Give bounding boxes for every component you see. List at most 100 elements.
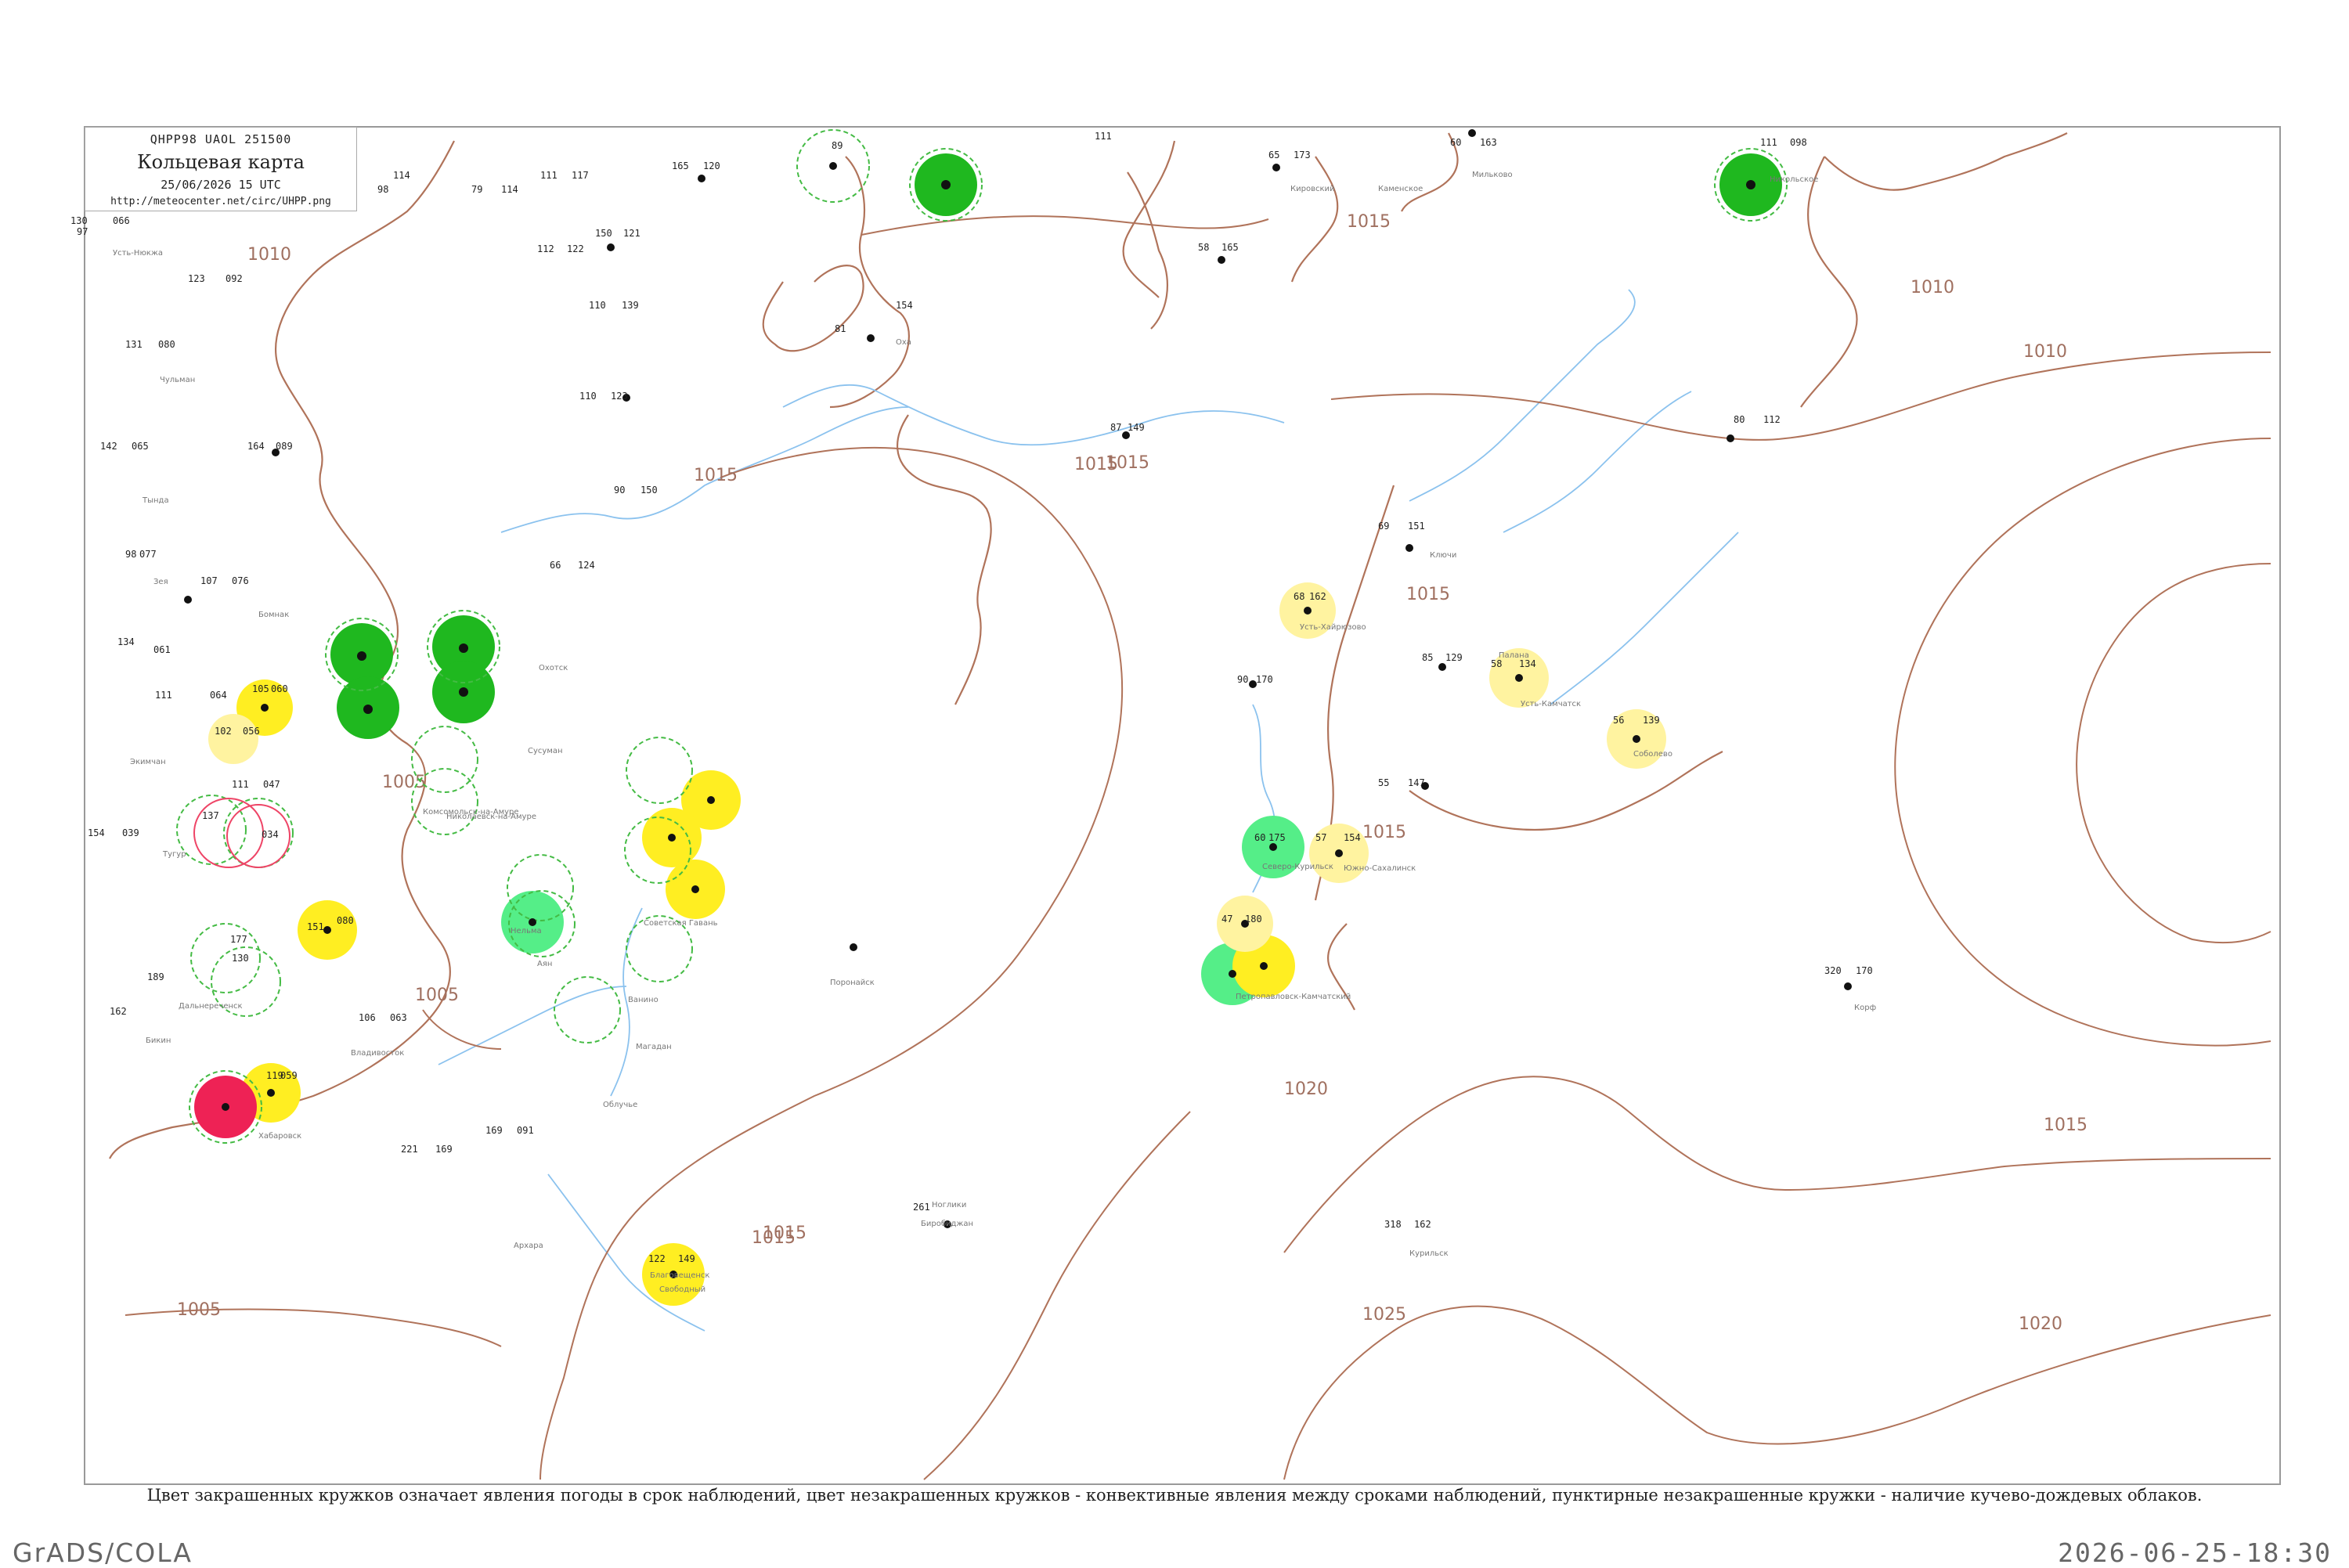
- svg-text:111: 111: [1095, 131, 1112, 142]
- svg-text:Петропавловск-Камчатский: Петропавловск-Камчатский: [1236, 993, 1351, 1001]
- svg-text:Поронайск: Поронайск: [830, 979, 875, 987]
- svg-text:111: 111: [1760, 137, 1777, 148]
- svg-text:Ванино: Ванино: [628, 996, 659, 1004]
- legend-url: http://meteocenter.net/circ/UHPP.png: [110, 196, 331, 207]
- svg-text:151: 151: [1408, 521, 1425, 532]
- svg-text:154: 154: [1344, 832, 1361, 843]
- legend-title: Кольцевая карта: [137, 151, 305, 173]
- svg-text:79: 79: [471, 184, 482, 195]
- svg-text:Каменское: Каменское: [1378, 185, 1423, 193]
- svg-text:056: 056: [243, 726, 260, 737]
- weather-map: 1010 1015 1015 1015 1015 1005 1005 1005 …: [70, 126, 2281, 1485]
- svg-text:Архара: Архара: [514, 1242, 543, 1250]
- svg-text:Кировский: Кировский: [1290, 185, 1335, 193]
- svg-text:111: 111: [540, 170, 557, 181]
- svg-text:066: 066: [113, 215, 130, 226]
- svg-text:124: 124: [578, 560, 595, 571]
- svg-text:164: 164: [247, 441, 265, 452]
- svg-text:117: 117: [572, 170, 589, 181]
- svg-text:98: 98: [125, 549, 136, 560]
- svg-text:149: 149: [678, 1253, 695, 1264]
- svg-text:122: 122: [567, 243, 584, 254]
- svg-text:Оха: Оха: [896, 338, 911, 347]
- svg-text:061: 061: [153, 644, 171, 655]
- svg-text:Чульман: Чульман: [160, 376, 195, 384]
- svg-text:Свободный: Свободный: [659, 1285, 705, 1294]
- svg-text:65: 65: [1268, 150, 1279, 160]
- svg-text:059: 059: [280, 1070, 298, 1081]
- svg-text:060: 060: [271, 683, 288, 694]
- svg-text:134: 134: [117, 636, 135, 647]
- svg-text:189: 189: [147, 971, 164, 982]
- svg-text:Советская Гавань: Советская Гавань: [644, 919, 718, 928]
- svg-text:130: 130: [232, 953, 249, 964]
- svg-text:Курильск: Курильск: [1409, 1249, 1449, 1258]
- svg-text:Северо-Курильск: Северо-Курильск: [1262, 863, 1333, 871]
- svg-text:162: 162: [1309, 591, 1326, 602]
- svg-text:55: 55: [1378, 777, 1389, 788]
- svg-text:130: 130: [70, 215, 88, 226]
- svg-text:076: 076: [232, 575, 249, 586]
- isobar-label: 1010: [2023, 342, 2067, 362]
- svg-text:Южно-Сахалинск: Южно-Сахалинск: [1344, 864, 1416, 873]
- svg-text:261: 261: [913, 1202, 930, 1213]
- svg-text:120: 120: [703, 160, 720, 171]
- svg-text:Охотск: Охотск: [539, 664, 568, 672]
- svg-text:Палана: Палана: [1499, 651, 1529, 660]
- svg-text:150: 150: [595, 228, 612, 239]
- svg-text:139: 139: [622, 300, 639, 311]
- svg-text:Владивосток: Владивосток: [351, 1049, 404, 1058]
- svg-text:56: 56: [1613, 715, 1624, 726]
- svg-text:Усть-Нюкжа: Усть-Нюкжа: [113, 249, 163, 258]
- svg-text:58: 58: [1491, 658, 1502, 669]
- svg-text:Экимчан: Экимчан: [130, 758, 166, 766]
- svg-text:129: 129: [1445, 652, 1463, 663]
- svg-text:149: 149: [1128, 422, 1145, 433]
- svg-text:165: 165: [1221, 242, 1239, 253]
- svg-text:134: 134: [1519, 658, 1536, 669]
- svg-text:034: 034: [262, 829, 279, 840]
- svg-text:173: 173: [1294, 150, 1311, 160]
- isobar-label: 1015: [1406, 585, 1450, 604]
- svg-text:112: 112: [1763, 414, 1781, 425]
- svg-text:080: 080: [337, 915, 354, 926]
- svg-text:180: 180: [1245, 914, 1262, 925]
- svg-text:169: 169: [485, 1125, 503, 1136]
- svg-text:87: 87: [1110, 422, 1121, 433]
- svg-text:154: 154: [88, 827, 105, 838]
- svg-text:169: 169: [435, 1144, 453, 1155]
- svg-text:80: 80: [1734, 414, 1745, 425]
- isobar-label: 1010: [247, 245, 291, 265]
- svg-text:69: 69: [1378, 521, 1389, 532]
- svg-text:063: 063: [390, 1012, 407, 1023]
- isobar-label: 1010: [1911, 278, 1954, 297]
- svg-text:221: 221: [401, 1144, 418, 1155]
- svg-text:68: 68: [1294, 591, 1304, 602]
- station-circle-yellow: [208, 714, 258, 764]
- isobar-label: 1020: [1284, 1080, 1328, 1099]
- svg-text:065: 065: [132, 441, 149, 452]
- svg-text:102: 102: [215, 726, 232, 737]
- isobar-label: 1005: [177, 1300, 221, 1320]
- svg-text:Нельма: Нельма: [511, 927, 542, 935]
- svg-text:66: 66: [550, 560, 561, 571]
- svg-text:Благовещенск: Благовещенск: [650, 1271, 709, 1280]
- svg-text:Усть-Камчатск: Усть-Камчатск: [1521, 700, 1581, 708]
- svg-text:170: 170: [1256, 674, 1273, 685]
- svg-text:107: 107: [200, 575, 218, 586]
- svg-text:131: 131: [125, 339, 143, 350]
- footer-software: GrADS/COLA: [13, 1537, 193, 1568]
- isobar-label: 1015: [752, 1228, 796, 1248]
- svg-text:111: 111: [155, 690, 172, 701]
- svg-text:97: 97: [77, 226, 88, 237]
- svg-text:110: 110: [589, 300, 606, 311]
- svg-text:320: 320: [1824, 965, 1842, 976]
- svg-text:175: 175: [1268, 832, 1286, 843]
- svg-text:Тында: Тында: [142, 496, 169, 505]
- svg-text:111: 111: [232, 779, 249, 790]
- svg-text:121: 121: [623, 228, 640, 239]
- isobar-label: 1015: [2044, 1116, 2087, 1135]
- svg-text:Мильково: Мильково: [1472, 171, 1513, 179]
- svg-text:90: 90: [614, 485, 625, 496]
- svg-text:151: 151: [307, 921, 324, 932]
